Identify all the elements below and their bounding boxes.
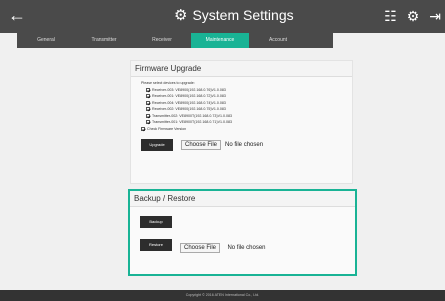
backup-button[interactable]: Backup xyxy=(140,216,172,228)
check-firmware-option[interactable]: Check Firmware Version xyxy=(141,126,342,131)
device-option[interactable]: Receiver-004: VE8900(192.168.0.74)V1.0.0… xyxy=(146,100,342,105)
tab-general[interactable]: General xyxy=(17,33,75,48)
calendar-icon[interactable]: ☷ xyxy=(384,8,397,25)
restore-choose-file-button[interactable]: Choose File xyxy=(180,243,221,253)
device-option[interactable]: Receiver-001: VE8900(192.168.0.72)V1.0.0… xyxy=(146,94,342,99)
checkbox[interactable] xyxy=(146,107,150,112)
device-select-hint: Please select devices to upgrade: xyxy=(141,81,195,85)
backup-restore-panel: Backup / Restore Backup Restore Choose F… xyxy=(128,189,357,276)
checkbox[interactable] xyxy=(146,113,150,118)
top-bar: ← ⚙ System Settings ☷ ⚙ ⇥ xyxy=(0,0,445,33)
restore-file-status: No file chosen xyxy=(227,245,266,251)
upgrade-button[interactable]: Upgrade xyxy=(141,138,173,151)
tab-receiver[interactable]: Receiver xyxy=(133,33,191,48)
device-option[interactable]: Receiver-003: VE8900(192.168.0.76)V1.0.0… xyxy=(146,88,342,92)
page-title-label: System Settings xyxy=(192,7,294,23)
footer: Copyright © 2016 ATEN International Co.,… xyxy=(0,290,445,301)
gear-icon[interactable]: ⚙ xyxy=(407,8,420,25)
device-option[interactable]: Transmitter-002: VE8900T(192.168.0.73)V1… xyxy=(146,113,342,118)
tab-bar: General Transmitter Receiver Maintenance… xyxy=(17,33,333,48)
checkbox[interactable] xyxy=(141,126,145,131)
checkbox[interactable] xyxy=(146,88,150,92)
firmware-file-status: No file chosen xyxy=(225,141,264,148)
top-icons: ☷ ⚙ ⇥ xyxy=(384,8,441,25)
firmware-choose-file-button[interactable]: Choose File xyxy=(181,139,222,150)
backup-restore-title: Backup / Restore xyxy=(130,191,355,207)
tab-maintenance[interactable]: Maintenance xyxy=(191,33,249,48)
page-title: ⚙ System Settings xyxy=(174,6,294,24)
logout-icon[interactable]: ⇥ xyxy=(429,8,441,25)
device-option[interactable]: Receiver-002: VE8900(192.168.0.75)V1.0.0… xyxy=(146,107,342,112)
device-option[interactable]: Transmitter-001: VE8900T(192.168.0.71)V1… xyxy=(146,119,342,124)
firmware-upgrade-title: Firmware Upgrade xyxy=(131,61,352,77)
firmware-upgrade-panel: Firmware Upgrade Please select devices t… xyxy=(130,60,353,184)
checkbox[interactable] xyxy=(146,119,150,124)
checkbox[interactable] xyxy=(146,100,150,105)
gear-icon: ⚙ xyxy=(174,7,188,24)
tab-transmitter[interactable]: Transmitter xyxy=(75,33,133,48)
checkbox[interactable] xyxy=(146,94,150,99)
arrow-left-icon[interactable]: ← xyxy=(8,4,26,26)
restore-button[interactable]: Restore xyxy=(140,239,172,251)
tab-account[interactable]: Account xyxy=(249,33,307,48)
